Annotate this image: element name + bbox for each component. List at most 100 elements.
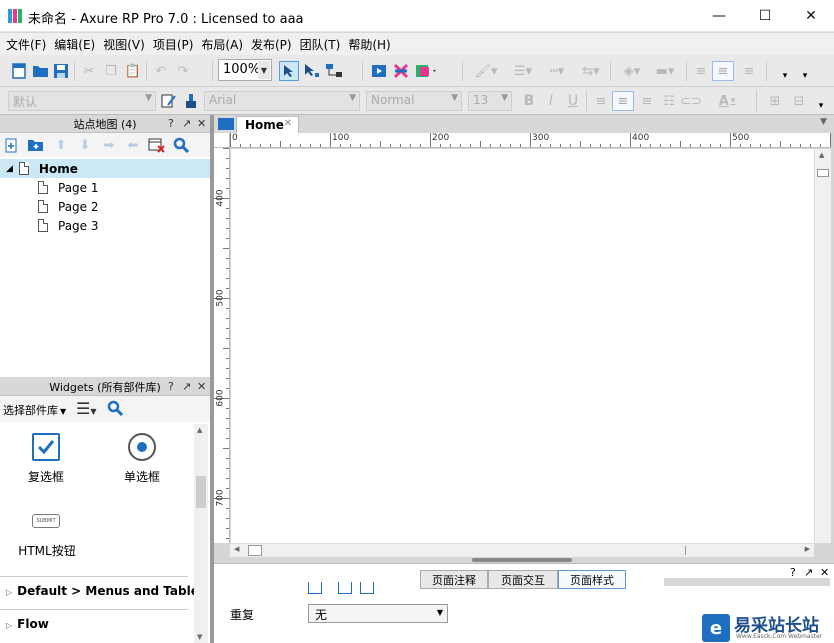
connector-tool-icon[interactable] — [325, 62, 343, 80]
library-select[interactable]: 选择部件库 ▼ — [3, 402, 66, 418]
design-canvas[interactable] — [231, 149, 814, 543]
menu-file[interactable]: 文件(F) — [4, 36, 52, 53]
ruler-x-label: 400 — [632, 133, 650, 143]
tab-page-interactions[interactable]: 页面交互 — [488, 570, 558, 589]
checkbox-widget-icon[interactable] — [32, 433, 60, 461]
toolbar-overflow-icon[interactable]: ▾ — [816, 97, 826, 115]
select-pointer-icon[interactable] — [279, 61, 299, 81]
italic-button[interactable]: I — [542, 92, 560, 110]
sitemap-item-page1[interactable]: Page 1 — [0, 178, 210, 197]
move-up-icon[interactable]: ⬆ — [52, 136, 70, 154]
pin-icon[interactable]: ↗ — [182, 380, 191, 393]
close-button[interactable]: ✕ — [788, 0, 834, 32]
font-size-combo[interactable]: 13 ▼ — [468, 91, 512, 111]
link-icon[interactable]: ⊂⊃ — [680, 92, 702, 110]
connector-pointer-icon[interactable] — [303, 62, 321, 80]
canvas-horizontal-scrollbar[interactable]: ◀ ▶ — [230, 543, 814, 557]
sitemap-item-home[interactable]: ◢ Home — [0, 159, 210, 178]
add-page-icon[interactable] — [3, 136, 21, 154]
close-icon[interactable]: ✕ — [197, 380, 206, 393]
font-weight-combo[interactable]: Normal ▼ — [366, 91, 462, 111]
align-option-icon[interactable] — [338, 582, 352, 594]
save-icon[interactable] — [52, 62, 70, 80]
widget-section-menus-and-table[interactable]: ▷ Default > Menus and Table — [6, 584, 199, 598]
widgets-scrollbar[interactable]: ▲ ▼ — [194, 424, 208, 643]
align-option-icon[interactable] — [360, 582, 374, 594]
cut-icon[interactable]: ✂ — [80, 62, 98, 80]
shadow-icon[interactable]: ▬▾ — [650, 62, 680, 80]
fill-color-icon[interactable]: ◈▾ — [618, 62, 646, 80]
menu-view[interactable]: 视图(V) — [101, 36, 151, 53]
help-icon[interactable]: ? — [168, 380, 174, 393]
sitemap-item-page3[interactable]: Page 3 — [0, 216, 210, 235]
underline-button[interactable]: U — [564, 92, 582, 110]
publish-share-icon[interactable] — [392, 62, 410, 80]
radio-widget-icon[interactable] — [128, 433, 156, 461]
toolbar-overflow-icon[interactable]: ▾ — [780, 67, 790, 85]
text-align-center-icon[interactable]: ≡ — [612, 91, 634, 111]
html-button-widget-icon[interactable]: SUBMIT — [32, 514, 60, 528]
align-right-icon[interactable]: ≡ — [740, 62, 758, 80]
move-down-icon[interactable]: ⬇ — [76, 136, 94, 154]
delete-page-icon[interactable] — [148, 136, 166, 154]
chevron-down-icon: ▼ — [436, 608, 443, 617]
new-file-icon[interactable] — [10, 62, 28, 80]
bold-button[interactable]: B — [520, 92, 538, 110]
align-option-icon[interactable] — [308, 582, 322, 594]
tab-close-icon[interactable]: ✕ — [284, 118, 292, 129]
text-color-icon[interactable]: A ▾ — [712, 92, 742, 110]
menu-layout[interactable]: 布局(A) — [199, 36, 249, 53]
menu-project[interactable]: 项目(P) — [151, 36, 200, 53]
search-icon[interactable] — [107, 400, 124, 419]
menu-edit[interactable]: 编辑(E) — [52, 36, 101, 53]
ungroup-icon[interactable]: ⊟ — [790, 92, 808, 110]
copy-icon[interactable]: ❐ — [102, 62, 120, 80]
tab-page-style[interactable]: 页面样式 — [558, 570, 626, 589]
line-style-icon[interactable]: ┅▾ — [542, 62, 572, 80]
generate-prototype-icon[interactable] — [414, 62, 440, 80]
sitemap-item-page2[interactable]: Page 2 — [0, 197, 210, 216]
text-align-right-icon[interactable]: ≡ — [638, 92, 656, 110]
format-painter-icon[interactable]: 🖌▾ — [472, 62, 500, 80]
help-icon[interactable]: ? — [168, 117, 174, 130]
align-left-icon[interactable]: ≡ — [692, 62, 710, 80]
menu-publish[interactable]: 发布(P) — [249, 36, 298, 53]
close-icon[interactable]: ✕ — [197, 117, 206, 130]
toolbar-overflow-icon[interactable]: ▾ — [800, 67, 810, 85]
paste-icon[interactable]: 📋 — [124, 62, 142, 80]
arrow-style-icon[interactable]: ⇆▾ — [576, 62, 606, 80]
line-weight-icon[interactable]: ☰▾ — [508, 62, 538, 80]
menu-team[interactable]: 团队(T) — [298, 36, 347, 53]
outdent-icon[interactable]: ⬅ — [124, 136, 142, 154]
page-tabs-icon[interactable] — [218, 118, 234, 130]
pin-icon[interactable]: ↗ — [182, 117, 191, 130]
tab-page-notes[interactable]: 页面注释 — [420, 570, 488, 589]
maximize-button[interactable]: ☐ — [742, 0, 788, 32]
bullet-list-icon[interactable]: ☷ — [660, 92, 678, 110]
tab-list-chevron-icon[interactable]: ▼ — [820, 117, 827, 127]
pane-resize-grip[interactable] — [472, 558, 572, 562]
zoom-select[interactable]: 100% ▼ — [218, 59, 272, 81]
text-align-left-icon[interactable]: ≡ — [592, 92, 610, 110]
edit-style-icon[interactable] — [160, 92, 178, 110]
repeat-select[interactable]: 无 ▼ — [308, 604, 448, 623]
style-combo[interactable]: 默认 ▼ — [8, 91, 156, 111]
open-folder-icon[interactable] — [31, 62, 49, 80]
redo-icon[interactable]: ↷ — [174, 62, 192, 80]
indent-icon[interactable]: ➡ — [100, 136, 118, 154]
canvas-vertical-scrollbar[interactable]: ▲ — [814, 149, 831, 543]
menu-list-icon[interactable]: ☰▼ — [76, 399, 97, 418]
align-center-icon[interactable]: ≡ — [712, 61, 734, 81]
add-folder-icon[interactable] — [26, 136, 44, 154]
font-family-combo[interactable]: Arial ▼ — [204, 91, 360, 111]
minimize-button[interactable]: — — [696, 0, 742, 32]
widget-section-flow[interactable]: ▷ Flow — [6, 617, 49, 631]
collapse-arrow-icon[interactable]: ◢ — [6, 164, 13, 174]
undo-icon[interactable]: ↶ — [152, 62, 170, 80]
preview-play-icon[interactable] — [370, 62, 388, 80]
format-brush-icon[interactable] — [182, 92, 200, 110]
search-icon[interactable] — [172, 136, 190, 154]
group-icon[interactable]: ⊞ — [766, 92, 784, 110]
menu-help[interactable]: 帮助(H) — [346, 36, 396, 53]
tab-home[interactable]: Home ✕ — [236, 116, 299, 133]
